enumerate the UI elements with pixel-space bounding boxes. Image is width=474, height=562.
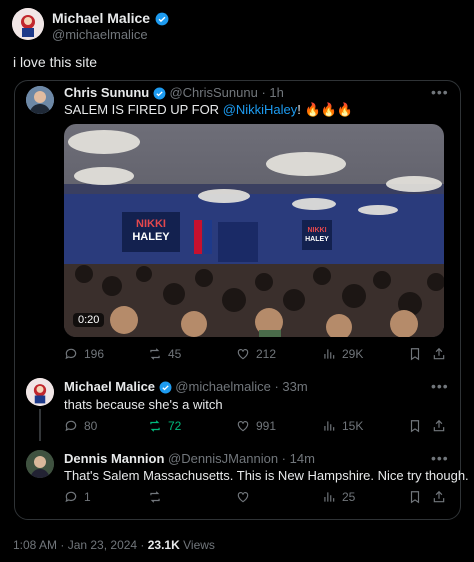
- verified-badge-icon: [155, 12, 168, 26]
- views-total: 23.1K: [147, 538, 180, 552]
- more-options-icon[interactable]: •••: [431, 450, 449, 466]
- reply1-like-button[interactable]: 991: [236, 419, 276, 433]
- svg-text:HALEY: HALEY: [305, 236, 329, 243]
- reply1-avatar[interactable]: [26, 378, 54, 406]
- verified-badge-icon: [159, 381, 172, 394]
- repost-count: 45: [168, 347, 182, 361]
- nikki-haley-mention[interactable]: @NikkiHaley: [223, 102, 298, 117]
- bookmark-button[interactable]: [408, 490, 422, 504]
- more-options-icon[interactable]: •••: [431, 378, 449, 394]
- heart-icon: [237, 492, 249, 503]
- video-player[interactable]: NIKKI HALEY NIKKI HALEY 0:20: [64, 124, 444, 337]
- main-author-handle[interactable]: @michaelmalice: [52, 27, 148, 42]
- verified-badge-icon: [153, 87, 166, 100]
- video-duration: 0:20: [73, 313, 105, 327]
- reply2-repost-button[interactable]: [148, 490, 168, 504]
- reply-count: 80: [84, 419, 98, 433]
- sununu-avatar[interactable]: [26, 86, 54, 114]
- repost-icon: [150, 348, 160, 360]
- sununu-name[interactable]: Chris Sununu: [64, 85, 149, 100]
- views-label: Views: [183, 538, 215, 552]
- sununu-handle[interactable]: @ChrisSununu: [169, 85, 257, 100]
- sununu-tweet-text: SALEM IS FIRED UP FOR @NikkiHaley! 🔥🔥🔥: [64, 102, 353, 118]
- views-icon: [324, 349, 335, 359]
- bookmark-icon: [410, 420, 420, 433]
- sununu-time[interactable]: · 1h: [261, 85, 283, 100]
- views-count: 25: [342, 490, 356, 504]
- reply2-time[interactable]: · 14m: [282, 451, 315, 466]
- reply1-text: thats because she's a witch: [64, 397, 223, 412]
- reply1-reply-button[interactable]: 80: [64, 419, 97, 433]
- heart-icon: [237, 421, 249, 432]
- reply1-author-name[interactable]: Michael Malice: [64, 379, 155, 394]
- share-button[interactable]: [432, 419, 446, 433]
- reply-count: 1: [84, 490, 91, 504]
- reply1-handle[interactable]: @michaelmalice: [175, 379, 271, 394]
- reply1-time[interactable]: · 33m: [274, 379, 307, 394]
- avatar-illustration-icon: [12, 8, 44, 40]
- reply2-reply-button[interactable]: 1: [64, 490, 91, 504]
- views-count: 29K: [342, 347, 364, 361]
- reply-icon: [65, 420, 77, 432]
- rally-video-thumbnail: NIKKI HALEY NIKKI HALEY: [64, 124, 444, 337]
- share-icon: [433, 490, 445, 503]
- like-count: 212: [256, 347, 277, 361]
- tweet-text-suffix: ! 🔥🔥🔥: [297, 102, 354, 117]
- avatar-illustration-icon: [26, 378, 54, 406]
- reply2-avatar[interactable]: [26, 450, 54, 478]
- share-button[interactable]: [432, 347, 446, 361]
- bookmark-button[interactable]: [408, 419, 422, 433]
- sununu-like-button[interactable]: 212: [236, 347, 276, 361]
- views-icon: [324, 492, 335, 502]
- main-author-name[interactable]: Michael Malice: [52, 10, 150, 26]
- share-button[interactable]: [432, 490, 446, 504]
- svg-text:NIKKI: NIKKI: [307, 227, 326, 234]
- sununu-reply-button[interactable]: 196: [64, 347, 104, 361]
- svg-text:HALEY: HALEY: [132, 231, 170, 243]
- tweet-timestamp-row: 1:08 AM · Jan 23, 2024 · 23.1K Views: [13, 538, 215, 552]
- bookmark-icon: [410, 348, 420, 361]
- svg-text:NIKKI: NIKKI: [136, 218, 166, 230]
- reply2-handle[interactable]: @DennisJMannion: [168, 451, 278, 466]
- reply2-like-button[interactable]: [236, 490, 256, 504]
- views-icon: [324, 421, 335, 431]
- main-author-avatar[interactable]: [12, 8, 44, 40]
- views-count: 15K: [342, 419, 364, 433]
- reply1-repost-button[interactable]: 72: [148, 419, 181, 433]
- avatar-photo-icon: [26, 86, 54, 114]
- sununu-repost-button[interactable]: 45: [148, 347, 181, 361]
- sununu-views-button[interactable]: 29K: [322, 347, 363, 361]
- repost-icon: [150, 420, 160, 432]
- tweet-timestamp[interactable]: 1:08 AM · Jan 23, 2024 ·: [13, 538, 148, 552]
- avatar-photo-icon: [26, 450, 54, 478]
- bookmark-icon: [410, 491, 420, 504]
- reply-icon: [65, 491, 77, 503]
- share-icon: [433, 419, 445, 432]
- reply-icon: [65, 348, 77, 360]
- thread-connector: [39, 409, 41, 441]
- reply-count: 196: [84, 347, 105, 361]
- heart-icon: [237, 349, 249, 360]
- reply2-text: That's Salem Massachusetts. This is New …: [64, 468, 469, 483]
- bookmark-button[interactable]: [408, 347, 422, 361]
- main-tweet-text: i love this site: [13, 54, 98, 70]
- like-count: 991: [256, 419, 277, 433]
- reply1-views-button[interactable]: 15K: [322, 419, 363, 433]
- repost-count: 72: [168, 419, 182, 433]
- share-icon: [433, 347, 445, 360]
- reply2-author-name[interactable]: Dennis Mannion: [64, 451, 164, 466]
- repost-icon: [150, 491, 160, 503]
- more-options-icon[interactable]: •••: [431, 84, 449, 100]
- tweet-text-prefix: SALEM IS FIRED UP FOR: [64, 102, 223, 117]
- reply2-views-button[interactable]: 25: [322, 490, 355, 504]
